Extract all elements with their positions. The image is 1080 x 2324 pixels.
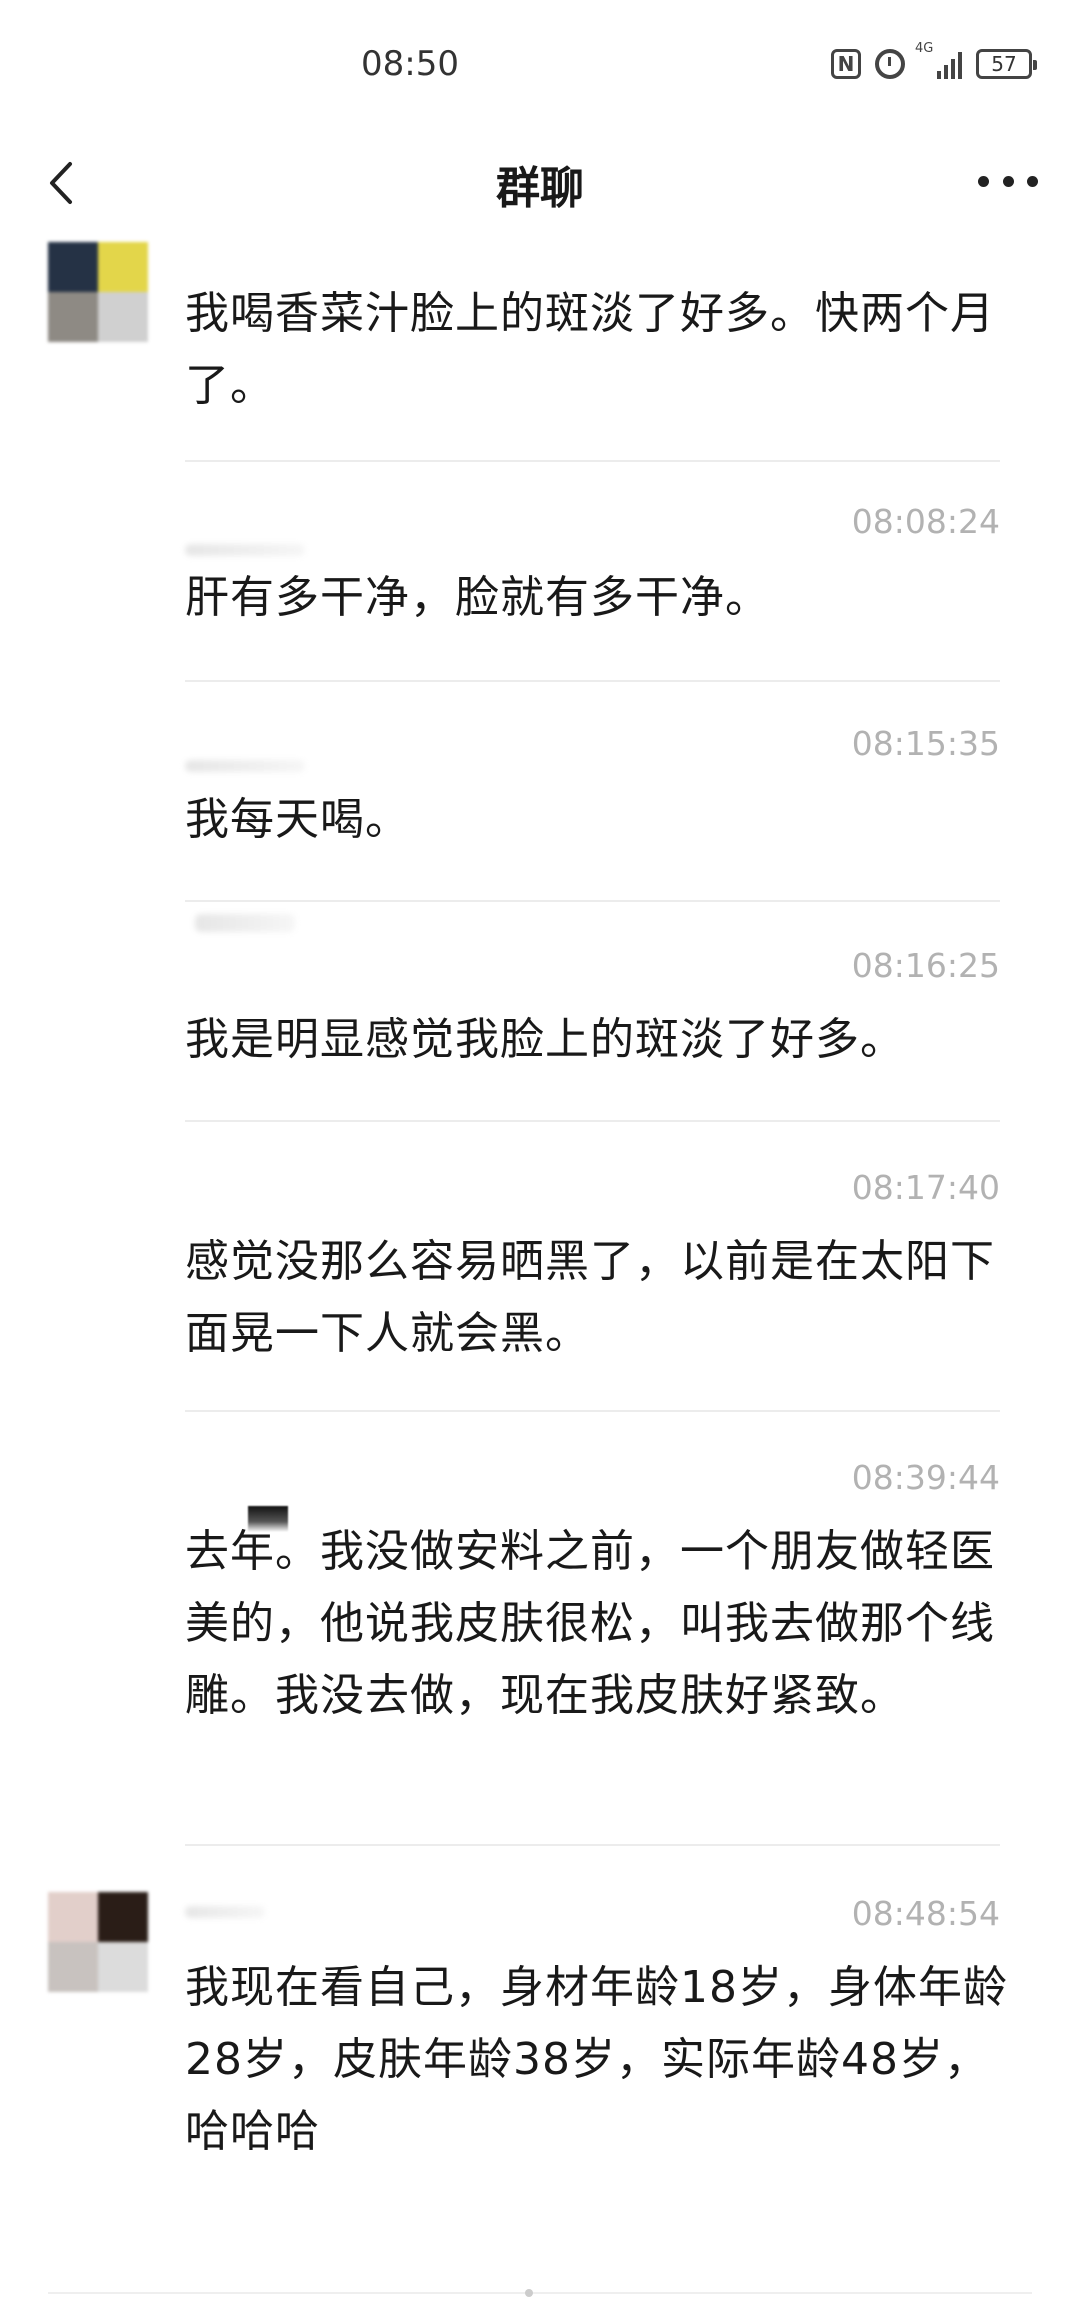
message-timestamp: 08:15:35	[851, 724, 1000, 763]
divider	[48, 2292, 1032, 2294]
network-type-label: 4G	[915, 41, 934, 56]
avatar[interactable]	[48, 1892, 148, 1992]
message-text: 肝有多干净，脸就有多干净。	[185, 572, 770, 623]
divider	[185, 1120, 1000, 1122]
divider	[185, 900, 1000, 902]
sender-name-blurred	[195, 914, 295, 932]
message-timestamp: 08:17:40	[851, 1168, 1000, 1207]
status-icons: N 4G 57	[831, 42, 1037, 82]
sender-name-blurred	[185, 760, 305, 772]
message-text: 去年。我没做安料之前，一个朋友做轻医美的，他说我皮肤很松，叫我去做那个线雕。我没…	[185, 1526, 995, 1721]
message-text: 感觉没那么容易晒黑了，以前是在太阳下面晃一下人就会黑。	[185, 1236, 995, 1359]
status-bar: 08:50 N 4G 57	[0, 0, 1080, 130]
sender-name-blurred	[185, 1906, 265, 1918]
battery-level: 57	[991, 52, 1017, 76]
battery-icon: 57	[976, 49, 1037, 79]
message-timestamp: 08:16:25	[851, 946, 1000, 985]
divider	[185, 1844, 1000, 1846]
message-timestamp-cropped	[900, 240, 1000, 262]
message-text: 我喝香菜汁脸上的斑淡了好多。快两个月了。	[185, 288, 995, 411]
alarm-icon	[875, 49, 905, 79]
page-title: 群聊	[496, 163, 584, 214]
nfc-icon: N	[831, 49, 861, 79]
divider	[185, 1410, 1000, 1412]
message-text: 我每天喝。	[185, 794, 410, 845]
message-text: 我是明显感觉我脸上的斑淡了好多。	[185, 1014, 905, 1065]
avatar[interactable]	[48, 242, 148, 342]
status-time: 08:50	[361, 44, 459, 84]
scroll-indicator	[525, 2289, 533, 2297]
message-timestamp: 08:39:44	[851, 1458, 1000, 1497]
divider	[185, 680, 1000, 682]
nav-bar: 群聊	[0, 130, 1080, 240]
message-timestamp: 08:08:24	[851, 502, 1000, 541]
sender-name-blurred	[185, 544, 305, 556]
more-dots-icon[interactable]	[978, 166, 1038, 196]
message-timestamp: 08:48:54	[851, 1894, 1000, 1933]
signal-icon: 4G	[915, 42, 962, 79]
message-text: 我现在看自己，身材年龄18岁，身体年龄28岁，皮肤年龄38岁，实际年龄48岁，哈…	[185, 1962, 1008, 2157]
divider	[185, 460, 1000, 462]
